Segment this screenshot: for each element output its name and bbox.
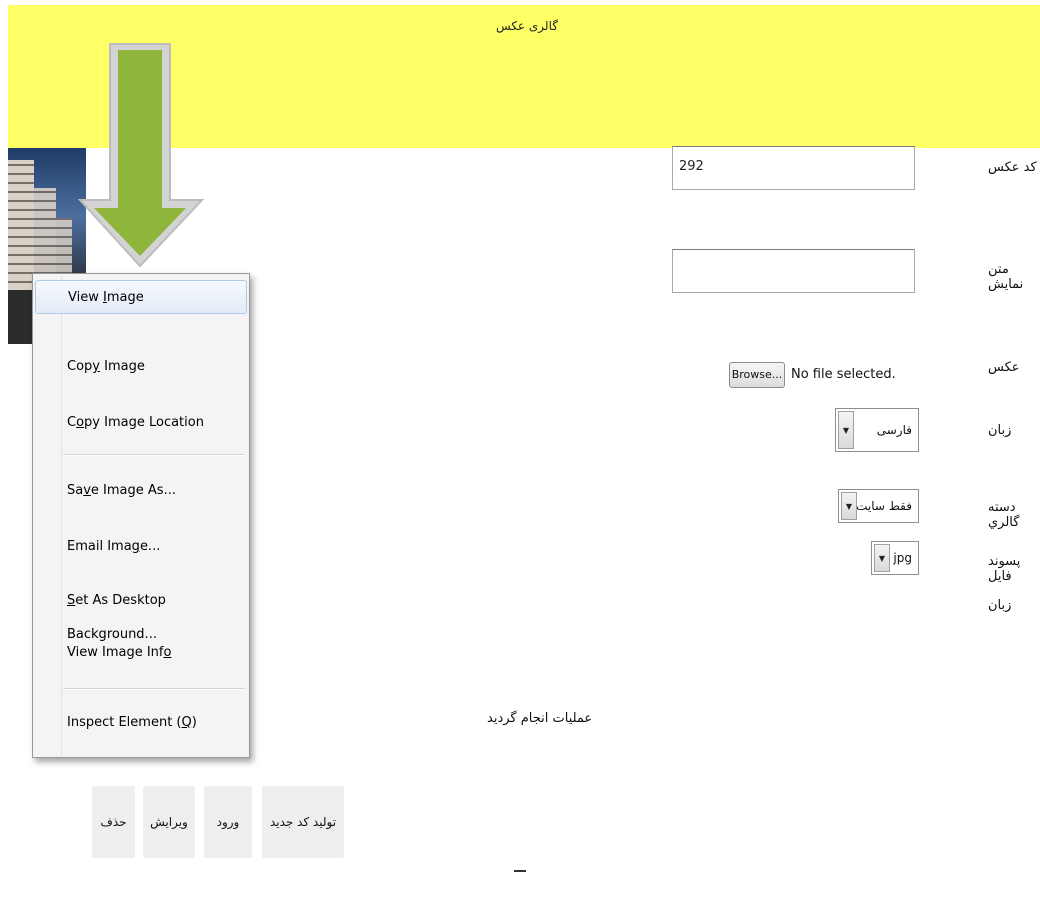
chevron-down-icon: ▼: [838, 411, 854, 449]
gallery-category-label: دسته گالري: [988, 500, 1020, 530]
file-ext-select-value: jpg: [893, 551, 912, 565]
chevron-down-icon: ▼: [841, 492, 857, 520]
menu-item-save-image-as[interactable]: Save Image As...: [67, 474, 176, 508]
language-select[interactable]: ▼ فارسی: [835, 408, 919, 452]
status-message: عملیات انجام گردید: [487, 711, 593, 726]
menu-item-copy-image-location[interactable]: Copy Image Location: [67, 406, 204, 440]
delete-button[interactable]: حذف: [92, 786, 135, 858]
browse-button[interactable]: Browse...: [729, 362, 785, 388]
chevron-down-icon: ▼: [874, 544, 890, 572]
code-field[interactable]: 292: [672, 146, 915, 190]
enter-button[interactable]: ورود: [204, 786, 252, 858]
building-graphic: [8, 160, 34, 290]
file-ext-label: پسوند فایل: [988, 554, 1021, 584]
menu-item-view-image-info[interactable]: View Image Info: [67, 636, 171, 670]
file-ext-select[interactable]: ▼ jpg: [871, 541, 919, 575]
language-label: زبان: [988, 423, 1012, 438]
language-select-value: فارسی: [876, 423, 912, 437]
code-label: کد عکس: [988, 160, 1037, 175]
menu-item-email-image[interactable]: Email Image...: [67, 530, 160, 564]
image-label: عکس: [988, 360, 1020, 375]
menu-separator: [63, 454, 245, 456]
display-text-label: متن نمایش: [988, 262, 1024, 292]
menu-item-inspect-element[interactable]: Inspect Element (Q): [67, 706, 197, 740]
image-context-menu: View Image Copy Image Copy Image Locatio…: [32, 273, 250, 758]
menu-separator: [63, 688, 245, 690]
generate-code-button[interactable]: تولید کد جدید: [262, 786, 344, 858]
language-label-2: زبان: [988, 598, 1012, 613]
gallery-category-select-value: فقط سایت: [856, 499, 912, 513]
no-file-status: No file selected.: [791, 367, 896, 382]
edit-button[interactable]: ویرایش: [143, 786, 195, 858]
menu-item-set-desktop-background[interactable]: Set As Desktop Background...: [67, 584, 249, 642]
display-text-field[interactable]: [672, 249, 915, 293]
menu-item-copy-image[interactable]: Copy Image: [67, 350, 145, 384]
menu-item-view-image[interactable]: View Image: [35, 280, 247, 314]
menu-gutter: [61, 276, 62, 755]
gallery-category-select[interactable]: ▼ فقط سایت: [838, 489, 919, 523]
footer-dash: [514, 870, 526, 872]
page-title: گالری عکس: [496, 19, 558, 33]
down-arrow-icon: [78, 43, 205, 268]
